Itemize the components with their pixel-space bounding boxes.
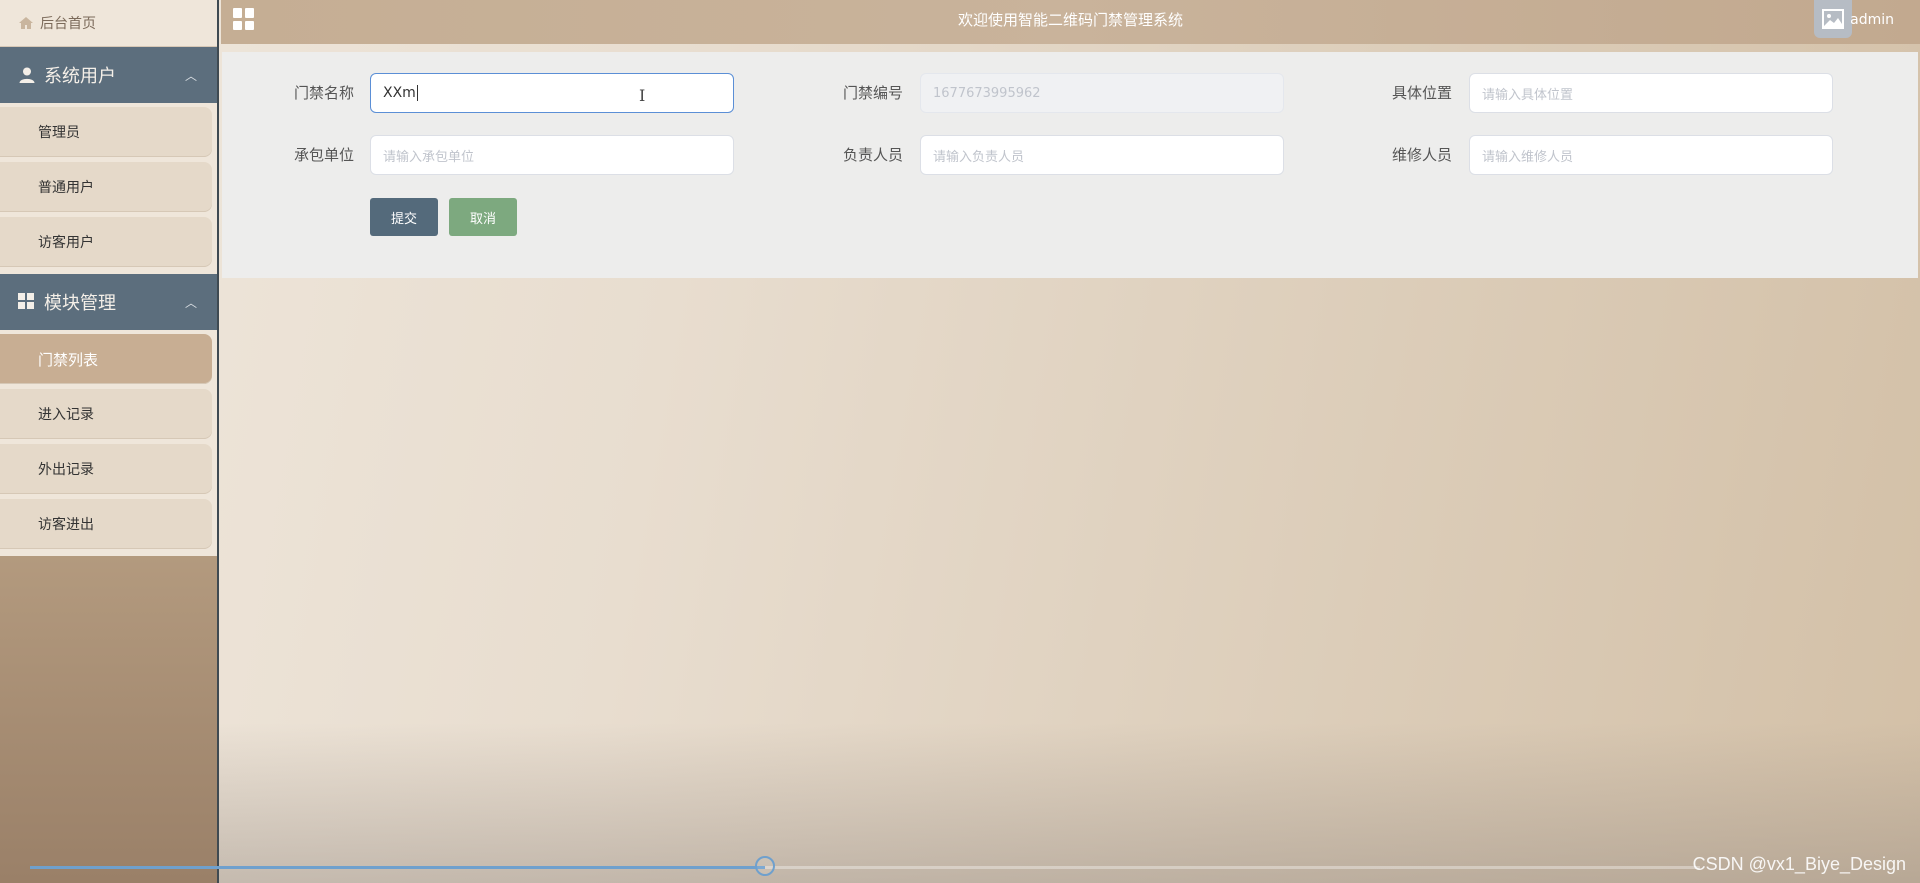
sidebar-group-items: 门禁列表 进入记录 外出记录 访客进出 bbox=[0, 330, 217, 556]
name-input-value: XXm bbox=[383, 85, 416, 101]
chevron-up-icon: ︿ bbox=[184, 295, 197, 310]
image-icon bbox=[1822, 9, 1844, 29]
sidebar: 后台首页 系统用户 ︿ 管理员 普通用户 访客用户 模块管理 ︿ 门禁列表 进入… bbox=[0, 0, 219, 883]
cancel-button[interactable]: 取消 bbox=[449, 198, 517, 236]
contractor-label: 承包单位 bbox=[294, 146, 355, 164]
home-icon bbox=[18, 15, 34, 31]
text-caret bbox=[416, 85, 418, 101]
page-title: 欢迎使用智能二维码门禁管理系统 bbox=[957, 11, 1183, 29]
location-label: 具体位置 bbox=[1392, 84, 1453, 102]
video-progress-handle[interactable] bbox=[754, 856, 775, 876]
sidebar-group-system-users[interactable]: 系统用户 ︿ bbox=[0, 47, 217, 103]
avatar[interactable] bbox=[1814, 0, 1852, 38]
user-icon bbox=[18, 66, 36, 84]
sidebar-item-visitor-access[interactable]: 访客进出 bbox=[0, 499, 212, 549]
video-progress-fill bbox=[30, 866, 765, 869]
name-input[interactable]: XXm I bbox=[370, 73, 734, 113]
sidebar-item-admin[interactable]: 管理员 bbox=[0, 107, 212, 157]
contractor-input[interactable]: 请输入承包单位 bbox=[370, 135, 734, 175]
submit-button[interactable]: 提交 bbox=[370, 198, 438, 236]
manager-input[interactable]: 请输入负责人员 bbox=[920, 135, 1284, 175]
chevron-up-icon: ︿ bbox=[184, 68, 197, 83]
grid-icon bbox=[18, 293, 36, 311]
sidebar-home-link[interactable]: 后台首页 bbox=[0, 0, 217, 47]
manager-label: 负责人员 bbox=[843, 146, 904, 164]
repair-label: 维修人员 bbox=[1392, 146, 1453, 164]
sidebar-group-items: 管理员 普通用户 访客用户 bbox=[0, 103, 217, 274]
sidebar-item-exit-records[interactable]: 外出记录 bbox=[0, 444, 212, 494]
repair-input[interactable]: 请输入维修人员 bbox=[1469, 135, 1833, 175]
text-cursor-icon: I bbox=[639, 86, 646, 105]
username[interactable]: admin bbox=[1850, 12, 1894, 28]
sidebar-item-normal-users[interactable]: 普通用户 bbox=[0, 162, 212, 212]
form-panel: 门禁名称 XXm I 门禁编号 1677673995962 具体位置 请输入具体… bbox=[222, 52, 1918, 278]
watermark: CSDN @vx1_Biye_Design bbox=[1692, 854, 1906, 874]
sidebar-home-label: 后台首页 bbox=[40, 16, 96, 32]
sidebar-group-title: 系统用户 bbox=[44, 66, 116, 87]
topbar: 欢迎使用智能二维码门禁管理系统 admin bbox=[221, 0, 1920, 44]
sidebar-group-modules[interactable]: 模块管理 ︿ bbox=[0, 274, 217, 330]
name-label: 门禁名称 bbox=[294, 84, 355, 102]
code-label: 门禁编号 bbox=[843, 84, 904, 102]
sidebar-item-entry-records[interactable]: 进入记录 bbox=[0, 389, 212, 439]
code-input: 1677673995962 bbox=[920, 73, 1284, 113]
location-input[interactable]: 请输入具体位置 bbox=[1469, 73, 1833, 113]
background-fade bbox=[0, 723, 1920, 883]
video-progress-track[interactable] bbox=[30, 866, 1700, 869]
sidebar-group-title: 模块管理 bbox=[44, 293, 116, 314]
sidebar-item-access-list[interactable]: 门禁列表 bbox=[0, 334, 212, 384]
sidebar-item-visitor-users[interactable]: 访客用户 bbox=[0, 217, 212, 267]
